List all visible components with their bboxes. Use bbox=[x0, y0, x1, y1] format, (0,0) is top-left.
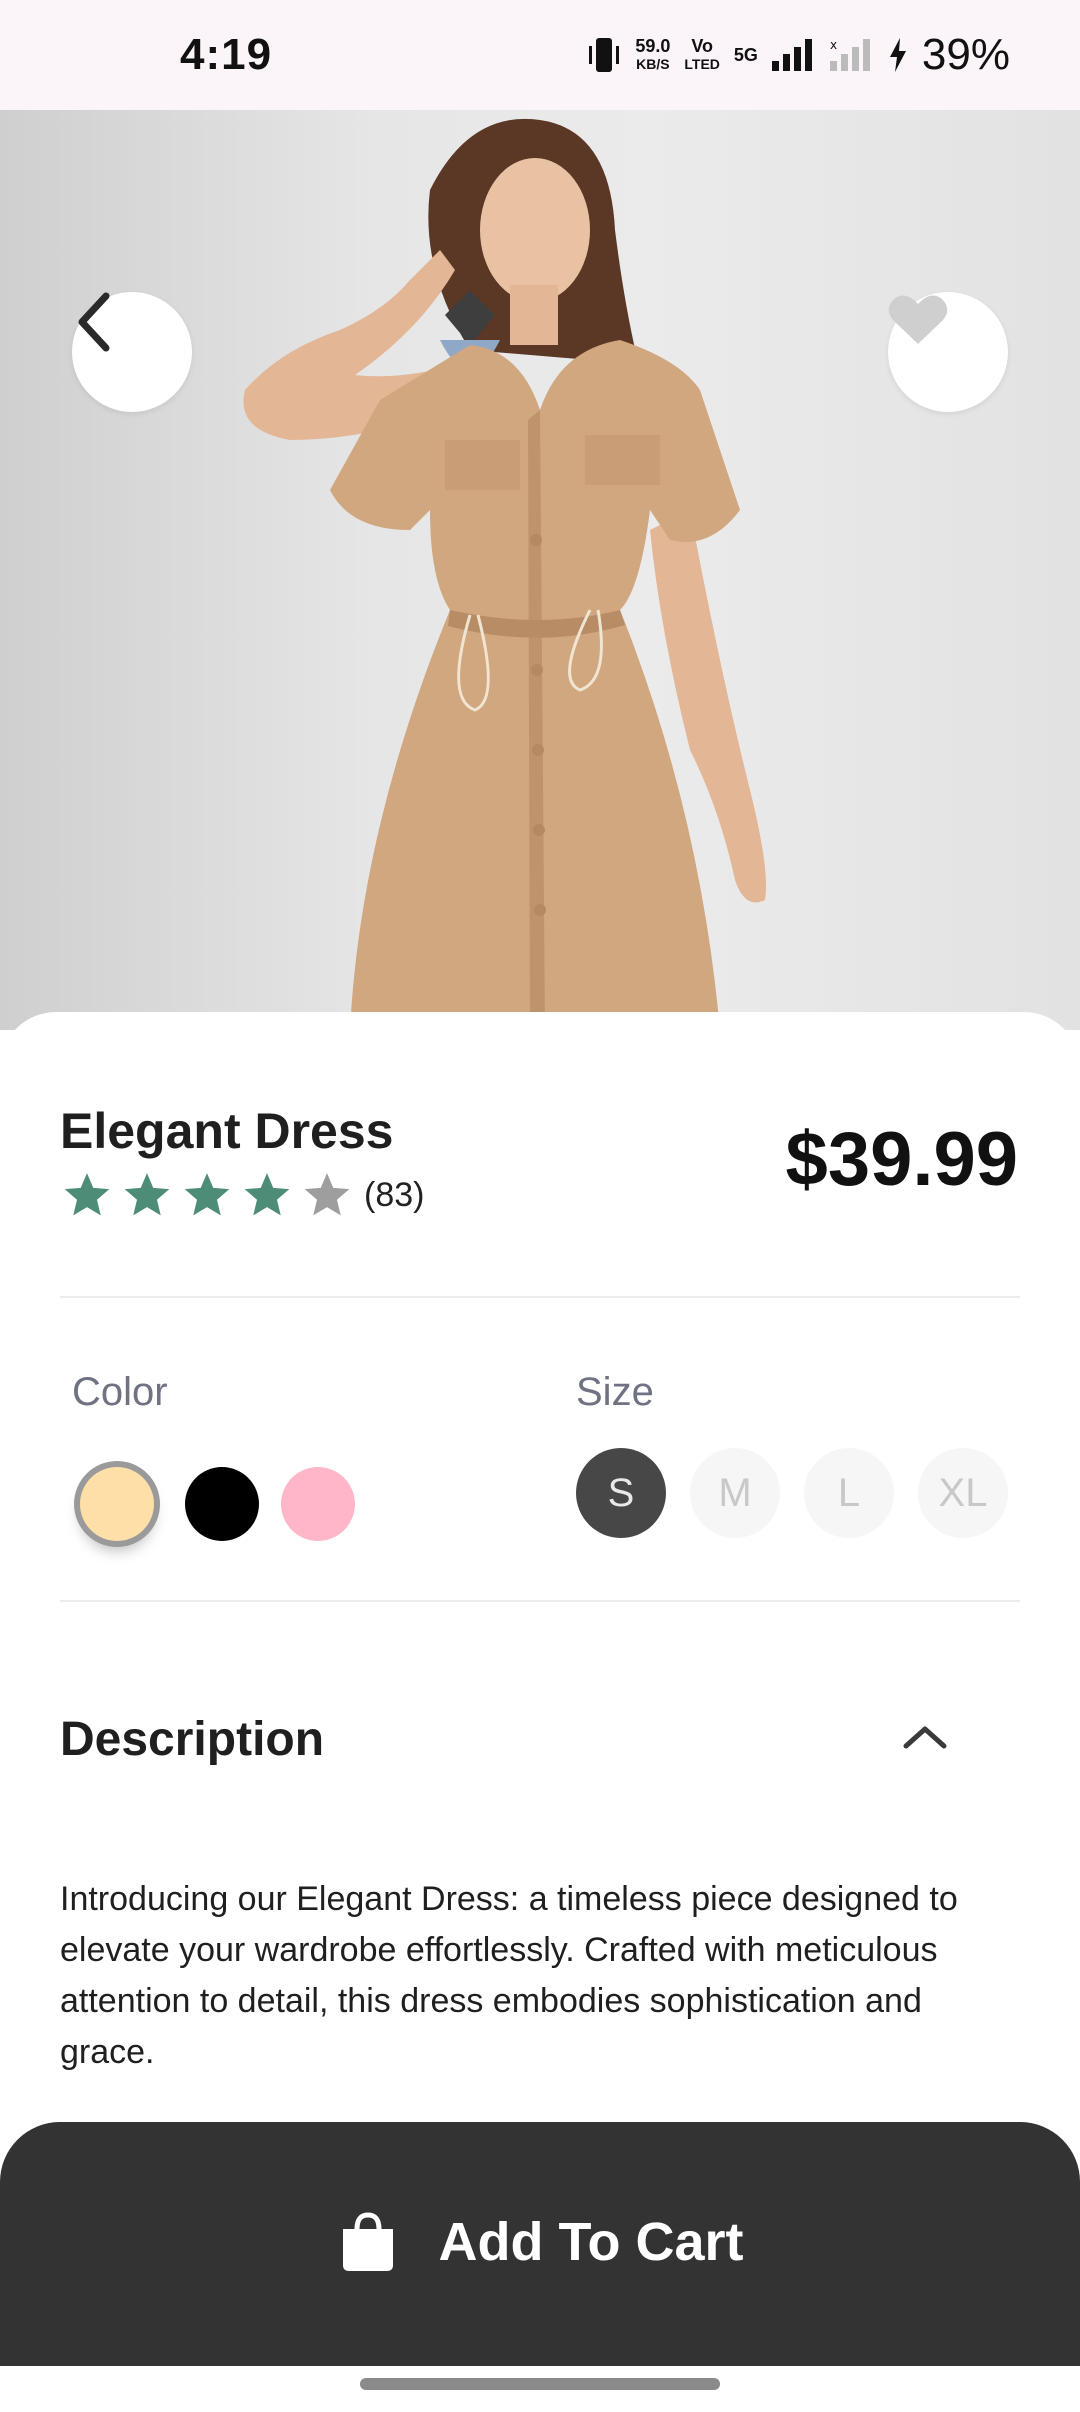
rating-count: (83) bbox=[364, 1175, 425, 1214]
size-option-m[interactable]: M bbox=[690, 1448, 780, 1538]
status-icons: 59.0 KB/S Vo LTED 5G x 39% bbox=[587, 30, 1010, 80]
color-label: Color bbox=[72, 1370, 168, 1414]
star-icon bbox=[184, 1173, 230, 1216]
product-detail-screen: 4:19 59.0 KB/S Vo LTED 5G x 39% Elegant … bbox=[0, 0, 1080, 2412]
description-text: Introducing our Elegant Dress: a timeles… bbox=[60, 1880, 958, 2071]
network-speed: 59.0 KB/S bbox=[635, 37, 670, 73]
volte-indicator: Vo LTED bbox=[684, 37, 720, 73]
star-icon bbox=[124, 1173, 170, 1216]
charging-icon bbox=[889, 38, 906, 72]
network-speed-value: 59.0 bbox=[635, 36, 671, 56]
chevron-left-icon bbox=[78, 292, 110, 352]
signal-label: 5G bbox=[733, 45, 758, 65]
color-swatch-beige[interactable] bbox=[80, 1467, 154, 1541]
star-icon bbox=[244, 1173, 290, 1216]
volte-top: Vo bbox=[691, 36, 713, 56]
status-bar: 4:19 59.0 KB/S Vo LTED 5G x 39% bbox=[0, 0, 1080, 110]
color-swatch-black[interactable] bbox=[185, 1467, 259, 1541]
product-info-card: Elegant Dress $39.99 (83) Color Size S M… bbox=[0, 1012, 1080, 2132]
vibrate-icon bbox=[589, 38, 620, 72]
status-time: 4:19 bbox=[180, 30, 273, 79]
back-button[interactable] bbox=[72, 292, 192, 412]
add-to-cart-label: Add To Cart bbox=[438, 2212, 744, 2272]
signal-strength-icon bbox=[771, 39, 812, 71]
divider bbox=[60, 1600, 1020, 1602]
product-image bbox=[0, 110, 1080, 1030]
product-title: Elegant Dress bbox=[60, 1103, 394, 1159]
description-heading: Description bbox=[60, 1713, 325, 1766]
product-price: $39.99 bbox=[785, 1117, 1018, 1202]
heart-icon bbox=[888, 295, 948, 344]
dress-model-image bbox=[243, 118, 766, 1030]
network-speed-unit: KB/S bbox=[636, 56, 670, 72]
size-label: Size bbox=[576, 1370, 654, 1414]
volte-bottom: LTED bbox=[684, 56, 720, 72]
shopping-bag-icon bbox=[342, 2212, 393, 2271]
svg-text:x: x bbox=[830, 39, 837, 52]
star-icon bbox=[304, 1173, 350, 1216]
add-to-cart-button[interactable]: Add To Cart bbox=[0, 2122, 1080, 2366]
chevron-up-icon[interactable] bbox=[900, 1722, 950, 1752]
signal-strength-2-icon: x bbox=[829, 39, 870, 71]
size-option-l[interactable]: L bbox=[804, 1448, 894, 1538]
battery-level: 39% bbox=[921, 30, 1010, 79]
size-option-s[interactable]: S bbox=[576, 1448, 666, 1538]
product-rating: (83) bbox=[62, 1170, 424, 1220]
home-indicator[interactable] bbox=[360, 2378, 720, 2390]
favorite-button[interactable] bbox=[888, 292, 1008, 412]
divider bbox=[60, 1296, 1020, 1298]
color-swatch-pink[interactable] bbox=[281, 1467, 355, 1541]
star-icon bbox=[64, 1173, 110, 1216]
size-option-xl[interactable]: XL bbox=[918, 1448, 1008, 1538]
